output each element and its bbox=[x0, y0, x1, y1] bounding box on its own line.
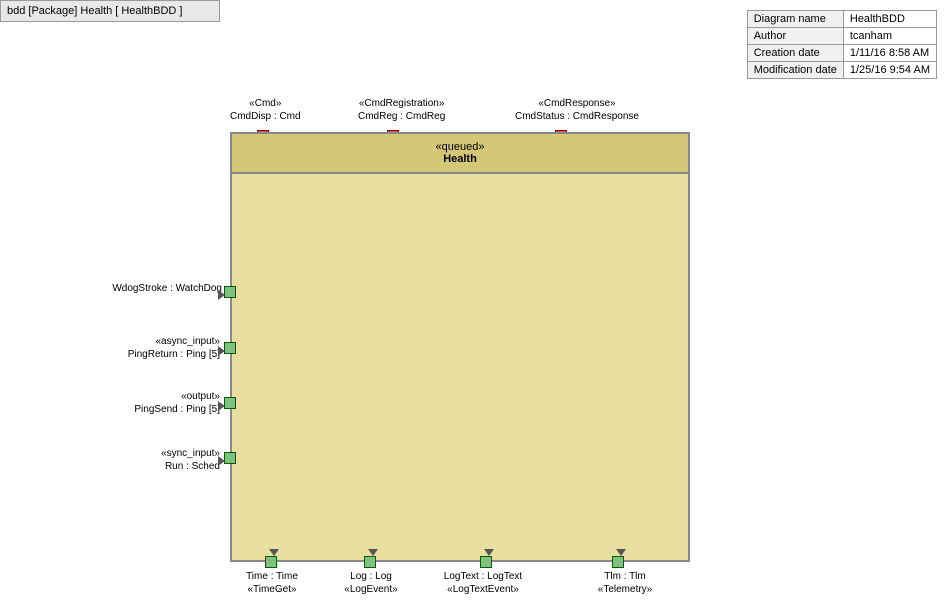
arrow-tlm bbox=[616, 549, 626, 556]
left-port-label-pingsend: «output» PingSend : Ping [5] bbox=[75, 390, 220, 416]
arrow-log bbox=[368, 549, 378, 556]
health-block: «queued» Health bbox=[230, 132, 690, 562]
port-log[interactable] bbox=[364, 556, 376, 568]
port-logtext[interactable] bbox=[480, 556, 492, 568]
arrow-pingreturn bbox=[218, 346, 225, 356]
arrow-logtext bbox=[484, 549, 494, 556]
arrow-run bbox=[218, 456, 225, 466]
diagram-area: «Cmd» CmdDisp : Cmd «CmdRegistration» Cm… bbox=[0, 22, 947, 611]
health-header: «queued» Health bbox=[232, 134, 688, 174]
port-tlm[interactable] bbox=[612, 556, 624, 568]
port-time[interactable] bbox=[265, 556, 277, 568]
top-port-label-cmdreg: «CmdRegistration» CmdReg : CmdReg bbox=[358, 97, 445, 123]
arrow-time bbox=[269, 549, 279, 556]
top-port-label-cmddisp: «Cmd» CmdDisp : Cmd bbox=[230, 97, 301, 123]
bottom-port-label-log: Log : Log «LogEvent» bbox=[336, 570, 406, 596]
arrow-wdog bbox=[218, 290, 225, 300]
bottom-port-label-logtext: LogText : LogText «LogTextEvent» bbox=[438, 570, 528, 596]
bottom-port-label-time: Time : Time «TimeGet» bbox=[237, 570, 307, 596]
bottom-port-label-tlm: Tlm : Tlm «Telemetry» bbox=[590, 570, 660, 596]
left-port-label-pingreturn: «async_input» PingReturn : Ping [5] bbox=[75, 335, 220, 361]
title-text: bdd [Package] Health [ HealthBDD ] bbox=[7, 5, 182, 17]
port-run[interactable] bbox=[224, 452, 236, 464]
top-port-label-cmdstatus: «CmdResponse» CmdStatus : CmdResponse bbox=[515, 97, 639, 123]
port-wdog[interactable] bbox=[224, 286, 236, 298]
arrow-pingsend bbox=[218, 401, 225, 411]
port-pingreturn[interactable] bbox=[224, 342, 236, 354]
left-port-label-wdog: WdogStroke : WatchDog bbox=[52, 282, 222, 295]
health-name: Health bbox=[443, 153, 477, 165]
left-port-label-run: «sync_input» Run : Sched bbox=[95, 447, 220, 473]
health-stereotype: «queued» bbox=[436, 141, 485, 153]
port-pingsend[interactable] bbox=[224, 397, 236, 409]
title-bar: bdd [Package] Health [ HealthBDD ] bbox=[0, 0, 220, 22]
